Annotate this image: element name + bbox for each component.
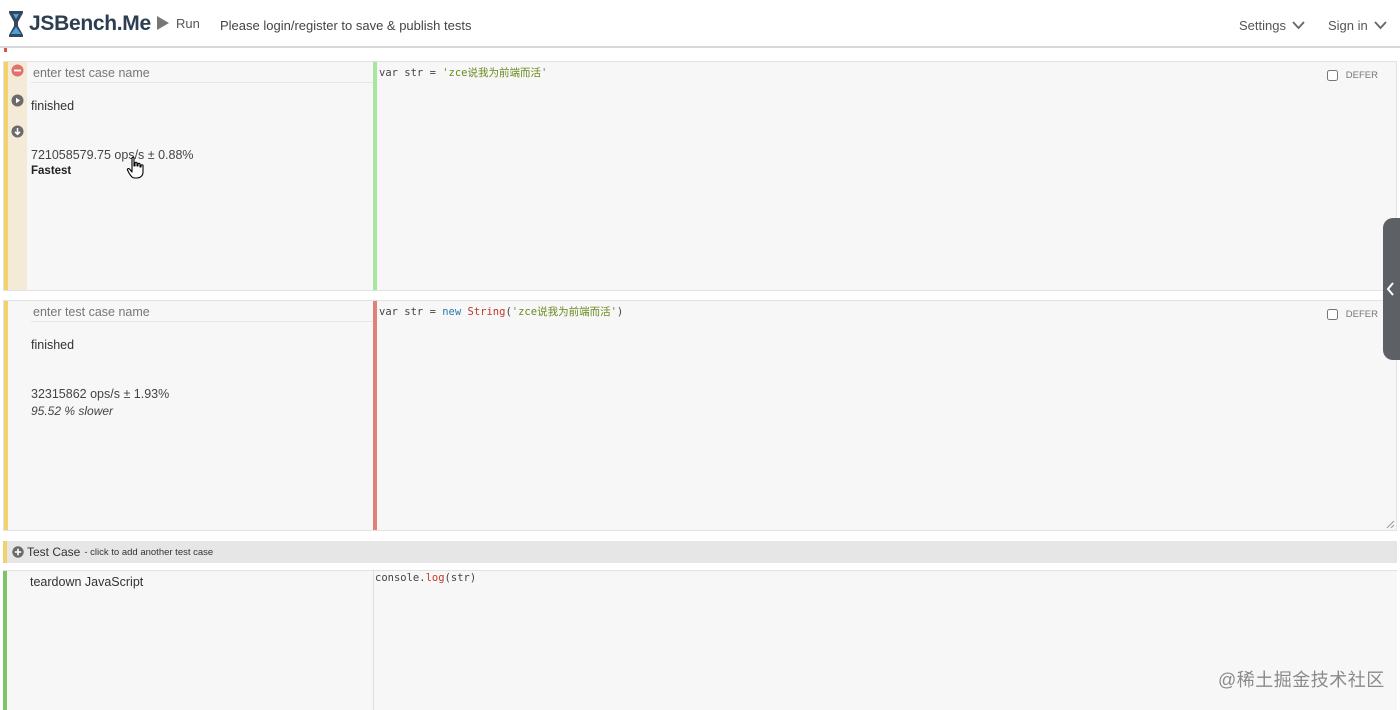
- defer-checkbox[interactable]: DEFER: [1326, 70, 1378, 81]
- test-case-stripe: [4, 301, 8, 530]
- test-case-2-info: finished 32315862 ops/s ± 1.93% 95.52 % …: [4, 301, 373, 530]
- test-case-status: finished: [31, 338, 75, 352]
- test-case-2: finished 32315862 ops/s ± 1.93% 95.52 % …: [3, 300, 1397, 531]
- signin-label: Sign in: [1328, 18, 1368, 33]
- test-case-1-info: finished 721058579.75 ops/s ± 0.88% Fast…: [4, 62, 373, 290]
- add-test-case-label: Test Case: [27, 545, 81, 559]
- defer-checkbox-input[interactable]: [1326, 70, 1338, 81]
- add-test-case-button[interactable]: Test Case - click to add another test ca…: [3, 541, 1397, 563]
- code-status-bar: [373, 62, 377, 290]
- remove-icon[interactable]: [11, 64, 24, 77]
- teardown-divider: [373, 571, 374, 710]
- code-line[interactable]: var str = 'zce说我为前端而活': [379, 65, 547, 80]
- settings-label: Settings: [1239, 18, 1286, 33]
- side-panel-handle[interactable]: [1383, 218, 1400, 360]
- run-button[interactable]: Run: [156, 15, 200, 31]
- teardown-label: teardown JavaScript: [30, 575, 144, 589]
- signin-menu[interactable]: Sign in: [1328, 18, 1387, 33]
- code-editor-1[interactable]: var str = 'zce说我为前端而活' DEFER: [373, 62, 1396, 290]
- brand-name: JSBench.Me: [29, 12, 151, 35]
- plus-circle-icon: [12, 546, 24, 558]
- defer-checkbox[interactable]: DEFER: [1326, 309, 1378, 320]
- chevron-down-icon: [1292, 21, 1305, 30]
- play-icon: [157, 16, 169, 30]
- top-navbar: JSBench.Me Run Please login/register to …: [0, 0, 1400, 48]
- test-case-result: 32315862 ops/s ± 1.93%: [31, 387, 170, 401]
- setup-indicator: [4, 48, 7, 52]
- code-status-bar: [373, 301, 377, 530]
- run-label: Run: [176, 15, 200, 31]
- add-test-case-hint: - click to add another test case: [84, 546, 214, 558]
- test-case-result: 721058579.75 ops/s ± 0.88%: [31, 148, 194, 162]
- settings-menu[interactable]: Settings: [1239, 18, 1305, 33]
- test-case-verdict: 95.52 % slower: [31, 404, 114, 418]
- defer-label: DEFER: [1345, 309, 1378, 320]
- watermark: @稀土掘金技术社区: [1218, 670, 1385, 690]
- code-line[interactable]: var str = new String('zce说我为前端而活'): [379, 304, 623, 319]
- chevron-down-icon: [1374, 21, 1387, 30]
- teardown-section: teardown JavaScript console.log(str): [3, 570, 1397, 710]
- move-down-icon[interactable]: [11, 125, 24, 138]
- login-note[interactable]: Please login/register to save & publish …: [220, 18, 471, 33]
- teardown-code-line[interactable]: console.log(str): [375, 572, 476, 584]
- chevron-left-icon: [1386, 282, 1394, 296]
- teardown-stripe: [3, 571, 7, 710]
- brand-logo[interactable]: JSBench.Me: [7, 8, 151, 40]
- defer-label: DEFER: [1345, 70, 1378, 81]
- hourglass-icon: [9, 11, 23, 37]
- test-case-name-input[interactable]: [31, 303, 373, 322]
- test-case-verdict: Fastest: [31, 165, 72, 177]
- hand-cursor-icon: [126, 156, 144, 179]
- defer-checkbox-input[interactable]: [1326, 309, 1338, 320]
- test-case-1: finished 721058579.75 ops/s ± 0.88% Fast…: [3, 61, 1397, 291]
- code-editor-2[interactable]: var str = new String('zce说我为前端而活') DEFER: [373, 301, 1396, 530]
- test-case-status: finished: [31, 99, 75, 113]
- resize-grip-icon[interactable]: [1385, 519, 1395, 529]
- run-case-icon[interactable]: [11, 94, 24, 107]
- test-case-name-input[interactable]: [31, 64, 373, 83]
